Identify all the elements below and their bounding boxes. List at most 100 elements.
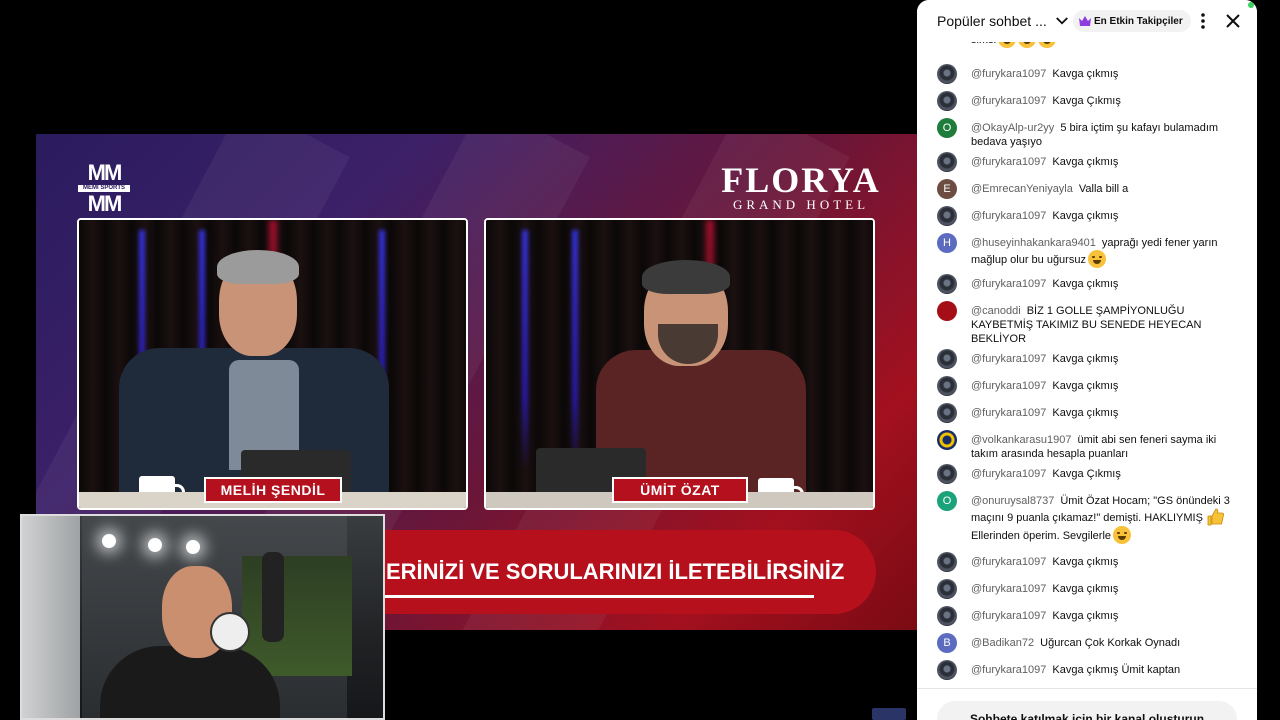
avatar[interactable] [937,552,957,572]
smiling-emoji-icon [1087,250,1106,268]
avatar[interactable] [937,301,957,321]
message-body: @furykara1097 Kavga çıkmış [971,406,1241,420]
video-player[interactable]: MM MEMI SPORTS MM FLORYA GRAND HOTEL MEL… [0,0,917,720]
message-text-continued: Ellerinden öperim. Sevgilerle [971,530,1112,542]
avatar[interactable] [937,206,957,226]
message-author[interactable]: @furykara1097 [971,380,1046,392]
avatar[interactable] [937,349,957,369]
top-fans-chip[interactable]: En Etkin Takipçiler [1073,10,1191,32]
message-body: @furykara1097 Kavga çıkmış [971,352,1241,366]
more-options-icon[interactable] [1193,11,1213,31]
message-body: @furykara1097 Kavga Çıkmış [971,94,1241,108]
message-body: @Badikan72 Uğurcan Çok Korkak Oynadı [971,636,1241,650]
message-author[interactable]: @huseyinhakankara9401 [971,237,1096,249]
message-text: Kavga çıkmış Ümit kaptan [1052,664,1181,676]
message-body: @volkankarasu1907 ümit abi sen feneri say… [971,433,1241,461]
message-body: @furykara1097 Kavga çıkmış Ümit kaptan [971,663,1241,677]
live-indicator-dot [1248,2,1254,8]
chat-message-list[interactable]: simsi@furykara1097Kavga çıkmış@furykara1… [917,20,1257,688]
thumbs-up-emoji-icon [1207,508,1224,526]
message-body: @furykara1097 Kavga çıkmış [971,555,1241,569]
create-channel-button[interactable]: Sohbete katılmak için bir kanal oluşturu… [937,701,1237,720]
message-author[interactable]: @furykara1097 [971,68,1046,80]
avatar[interactable] [937,152,957,172]
avatar[interactable]: B [937,633,957,653]
message-author[interactable]: @furykara1097 [971,407,1046,419]
message-author[interactable]: @furykara1097 [971,210,1046,222]
message-text: Kavga çıkmış [1052,210,1119,222]
message-text: Kavga çıkmış [1052,407,1119,419]
message-text: Kavga çıkmış [1052,156,1119,168]
message-author[interactable]: @volkankarasu1907 [971,434,1071,446]
message-body: @furykara1097 Kavga çıkmış [971,155,1241,169]
channel-watermark [872,708,906,720]
message-text: Kavga çıkmış [1052,556,1119,568]
chat-footer: Sohbete katılmak için bir kanal oluşturu… [917,688,1257,720]
message-text: Kavga Çıkmış [1052,95,1121,107]
message-author[interactable]: @furykara1097 [971,583,1046,595]
message-body: @furykara1097 Kavga çıkmış [971,277,1241,291]
message-text: Kavga çıkmış [1052,353,1119,365]
message-body: @canoddi BİZ 1 GOLLE ŞAMPİYONLUĞU KAYBETM… [971,304,1241,346]
message-text: Kavga çıkmış [1052,610,1119,622]
message-body: @furykara1097 Kavga çıkmış [971,582,1241,596]
message-author[interactable]: @onuruysal8737 [971,495,1054,507]
chat-header: Popüler sohbet ... En Etkin Takipçiler [917,0,1257,42]
message-author[interactable]: @Badikan72 [971,637,1034,649]
avatar[interactable] [937,660,957,680]
message-body: @furykara1097 Kavga çıkmış [971,609,1241,623]
screen: MM MEMI SPORTS MM FLORYA GRAND HOTEL MEL… [0,0,1280,720]
message-author[interactable]: @EmrecanYeniyayla [971,183,1073,195]
message-author[interactable]: @canoddi [971,305,1021,317]
message-author[interactable]: @OkayAlp-ur2yy [971,122,1054,134]
avatar[interactable] [937,403,957,423]
message-author[interactable]: @furykara1097 [971,95,1046,107]
message-body: @furykara1097 Kavga çıkmış [971,379,1241,393]
avatar[interactable]: E [937,179,957,199]
ticker-text: ERİNİZİ VE SORULARINIZI İLETEBİLİRSİNİZ [386,559,845,584]
close-icon[interactable] [1223,11,1243,31]
avatar[interactable] [937,430,957,450]
avatar[interactable] [937,91,957,111]
message-body: @onuruysal8737 Ümit Özat Hocam; "GS önünd… [971,494,1241,544]
message-author[interactable]: @furykara1097 [971,278,1046,290]
message-body: @furykara1097 Kavga Çıkmış [971,467,1241,481]
nameplate-host-left: MELİH ŞENDİL [204,477,342,503]
message-text: Valla bill a [1078,183,1129,195]
lower-third-ticker: ERİNİZİ VE SORULARINIZI İLETEBİLİRSİNİZ [384,530,876,614]
message-body: @furykara1097 Kavga çıkmış [971,209,1241,223]
avatar[interactable] [937,376,957,396]
message-author[interactable]: @furykara1097 [971,353,1046,365]
crown-icon [1079,16,1091,26]
message-text: Kavga Çıkmış [1052,468,1121,480]
avatar[interactable] [937,274,957,294]
avatar[interactable] [937,64,957,84]
message-author[interactable]: @furykara1097 [971,556,1046,568]
message-author[interactable]: @furykara1097 [971,156,1046,168]
picture-in-picture-webcam [20,514,385,720]
message-text: Kavga çıkmış [1052,68,1119,80]
message-author[interactable]: @furykara1097 [971,468,1046,480]
right-gutter [1257,0,1280,720]
message-author[interactable]: @furykara1097 [971,610,1046,622]
avatar[interactable] [937,579,957,599]
host-camera-right [484,218,875,510]
message-text: Kavga çıkmış [1052,380,1119,392]
avatar[interactable]: O [937,118,957,138]
message-author[interactable]: @furykara1097 [971,664,1046,676]
chat-mode-title[interactable]: Popüler sohbet ... [937,13,1047,29]
live-chat-panel: simsi@furykara1097Kavga çıkmış@furykara1… [917,0,1257,720]
message-text: Kavga çıkmış [1052,278,1119,290]
host-camera-left [77,218,468,510]
message-text: Kavga çıkmış [1052,583,1119,595]
avatar[interactable] [937,606,957,626]
nameplate-host-right: ÜMİT ÖZAT [612,477,748,503]
message-body: @EmrecanYeniyayla Valla bill a [971,182,1241,196]
memi-sports-logo: MM MEMI SPORTS MM [74,162,134,215]
avatar[interactable] [937,464,957,484]
message-body: @furykara1097 Kavga çıkmış [971,67,1241,81]
avatar[interactable]: H [937,233,957,253]
smiling-emoji-icon [1113,526,1132,544]
chevron-down-icon[interactable] [1053,12,1071,30]
avatar[interactable]: O [937,491,957,511]
